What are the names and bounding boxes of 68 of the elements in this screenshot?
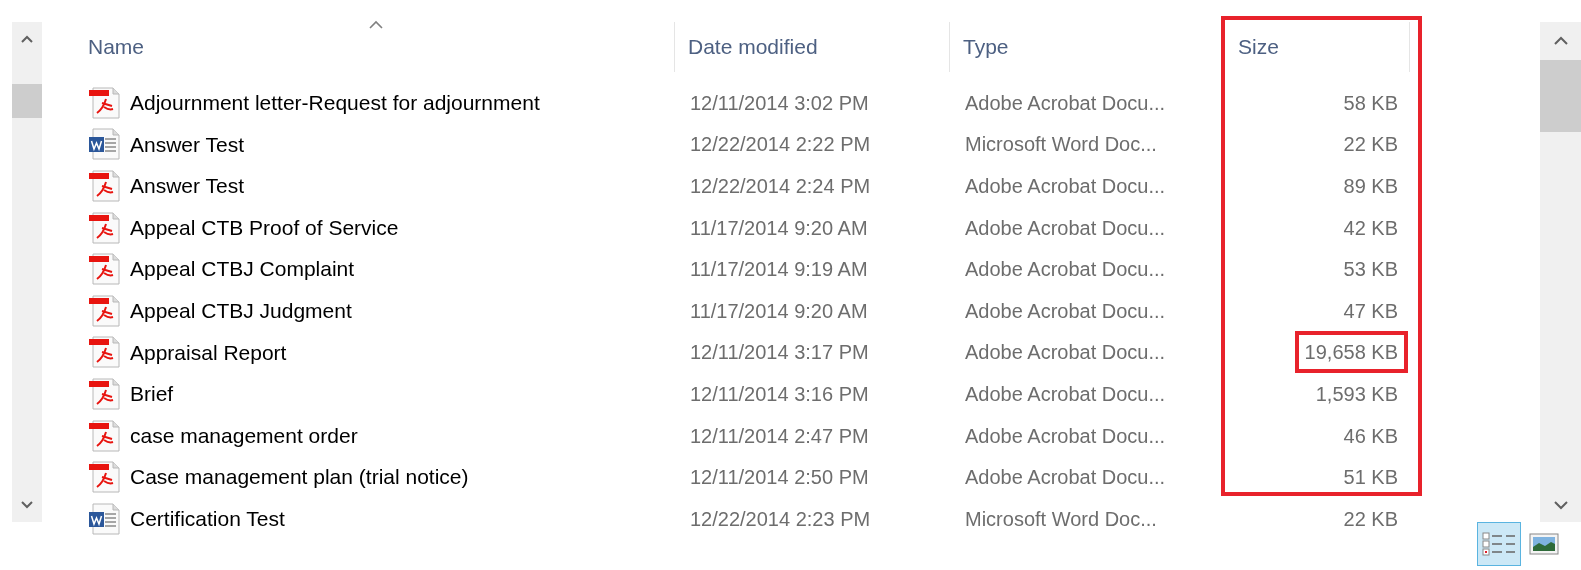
file-name[interactable]: Appeal CTBJ Complaint: [130, 253, 355, 285]
file-size: 22 KB: [1343, 133, 1398, 156]
file-size: 22 KB: [1343, 507, 1398, 530]
file-name[interactable]: Adjournment letter-Request for adjournment: [130, 87, 540, 119]
word-file-icon: [88, 501, 122, 536]
pdf-file-icon: [88, 210, 122, 245]
file-name[interactable]: Certification Test: [130, 503, 285, 535]
column-header[interactable]: Date modified: [674, 22, 949, 72]
modified-date: 12/22/2014 2:22 PM: [690, 133, 871, 156]
column-header[interactable]: Type: [949, 22, 1224, 72]
file-size: 47 KB: [1343, 299, 1398, 322]
modified-date: 12/11/2014 3:16 PM: [690, 382, 869, 405]
column-header[interactable]: Size: [1224, 22, 1410, 72]
file-type: Adobe Acrobat Docu...: [965, 299, 1166, 322]
file-type: Adobe Acrobat Docu...: [965, 424, 1166, 447]
details-view-button[interactable]: [1477, 522, 1521, 566]
file-type: Adobe Acrobat Docu...: [965, 175, 1166, 197]
file-name[interactable]: Appeal CTBJ Judgment: [130, 295, 352, 327]
word-file-icon: [88, 127, 122, 162]
pdf-file-icon: [88, 252, 122, 287]
pdf-file-icon: [88, 418, 122, 453]
file-name[interactable]: Brief: [130, 378, 174, 410]
pdf-file-icon: [88, 293, 122, 328]
file-size: 51 KB: [1343, 466, 1398, 489]
file-name[interactable]: Case management plan (trial notice): [130, 461, 469, 493]
modified-date: 12/11/2014 2:50 PM: [690, 466, 869, 489]
pdf-file-icon: [88, 376, 122, 411]
pdf-file-icon: [88, 85, 122, 120]
scroll-down-icon[interactable]: [20, 500, 34, 510]
modified-date: 11/17/2014 9:19 AM: [690, 258, 868, 281]
file-type: Adobe Acrobat Docu...: [965, 216, 1166, 239]
file-type: Microsoft Word Doc...: [965, 507, 1157, 530]
file-size: 46 KB: [1343, 424, 1398, 447]
scrollbar[interactable]: [12, 22, 42, 522]
file-size: 89 KB: [1343, 175, 1398, 197]
file-type: Adobe Acrobat Docu...: [965, 466, 1166, 489]
pdf-file-icon: [88, 169, 122, 203]
file-size: 19,658 KB: [1304, 341, 1398, 364]
modified-date: 12/22/2014 2:24 PM: [690, 175, 871, 197]
file-name[interactable]: Appeal CTB Proof of Service: [130, 211, 399, 244]
scrollbar[interactable]: [1540, 22, 1581, 522]
pdf-file-icon: [88, 460, 122, 495]
file-size: 42 KB: [1343, 216, 1398, 239]
file-name[interactable]: Answer Test: [130, 128, 244, 161]
file-type: Adobe Acrobat Docu...: [965, 382, 1166, 405]
scroll-up-icon[interactable]: [20, 34, 34, 44]
scroll-up-icon[interactable]: [1552, 36, 1569, 46]
file-name[interactable]: Appraisal Report: [130, 336, 287, 369]
file-name[interactable]: case management order: [130, 419, 358, 452]
file-name[interactable]: Answer Test: [130, 170, 244, 202]
scroll-down-icon[interactable]: [1552, 500, 1569, 510]
modified-date: 12/11/2014 3:02 PM: [690, 91, 869, 114]
modified-date: 12/11/2014 3:17 PM: [690, 341, 869, 364]
file-type: Microsoft Word Doc...: [965, 133, 1157, 156]
modified-date: 11/17/2014 9:20 AM: [690, 216, 868, 239]
modified-date: 11/17/2014 9:20 AM: [690, 299, 868, 322]
file-type: Adobe Acrobat Docu...: [965, 341, 1166, 364]
modified-date: 12/22/2014 2:23 PM: [690, 507, 871, 530]
scroll-thumb[interactable]: [12, 84, 42, 118]
file-type: Adobe Acrobat Docu...: [965, 91, 1166, 114]
file-size: 1,593 KB: [1315, 382, 1398, 405]
modified-date: 12/11/2014 2:47 PM: [690, 424, 869, 447]
column-header[interactable]: Name: [88, 22, 674, 72]
file-type: Adobe Acrobat Docu...: [965, 258, 1166, 281]
file-size: 53 KB: [1343, 258, 1398, 281]
pdf-file-icon: [88, 335, 122, 370]
scroll-thumb[interactable]: [1540, 60, 1581, 132]
file-size: 58 KB: [1343, 91, 1398, 114]
